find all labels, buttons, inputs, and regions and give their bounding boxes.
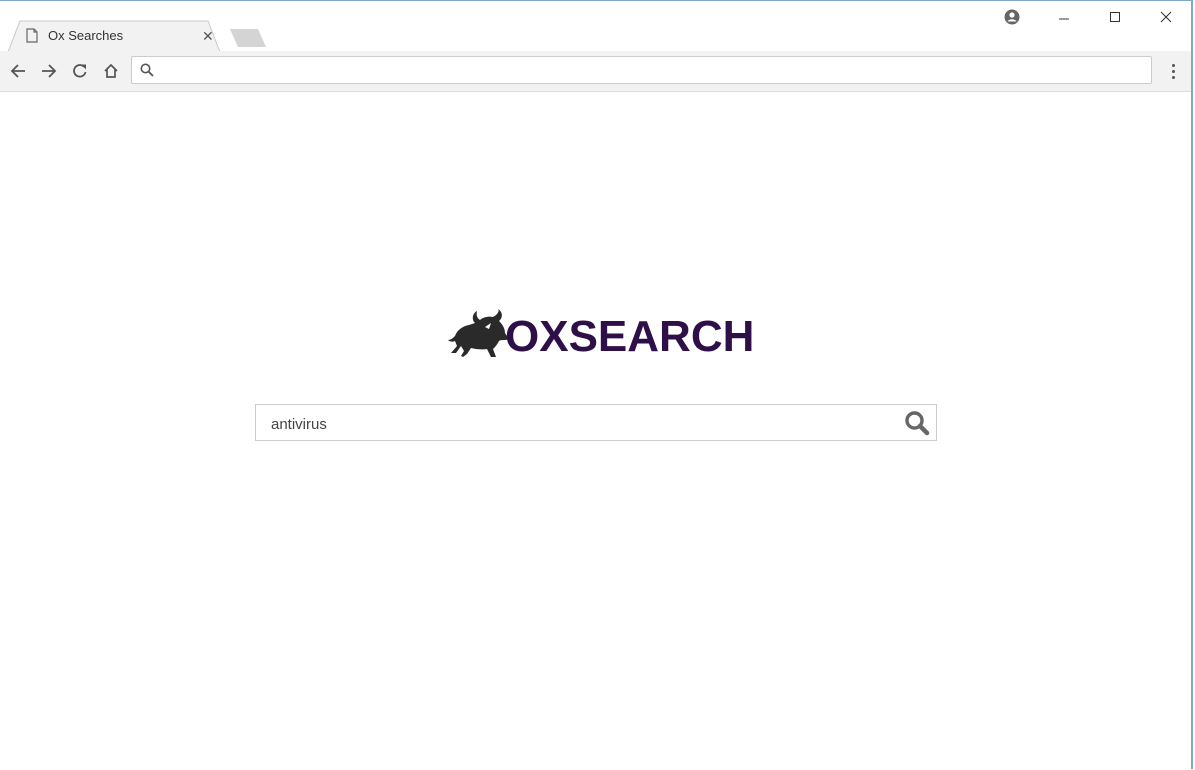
logo-wordmark: OXSEARCH (505, 312, 755, 361)
close-window-button[interactable] (1146, 7, 1186, 27)
address-bar[interactable] (131, 56, 1152, 84)
arrow-left-icon (10, 64, 25, 78)
oxsearch-logo[interactable]: OXSEARCH (447, 307, 754, 359)
address-input[interactable] (160, 59, 1144, 83)
browser-menu-button[interactable] (1165, 61, 1181, 81)
profile-icon[interactable] (992, 7, 1032, 27)
search-button[interactable] (904, 410, 930, 436)
menu-dot (1171, 69, 1175, 73)
minimize-button[interactable] (1044, 7, 1084, 27)
forward-button[interactable] (39, 61, 59, 81)
browser-window: Ox Searches ✕ OXSEARCH antivirus (0, 0, 1193, 770)
reload-button[interactable] (70, 61, 90, 81)
home-icon (104, 63, 118, 78)
browser-toolbar (0, 51, 1191, 92)
tab-close-icon[interactable]: ✕ (202, 28, 214, 45)
magnifier-icon (905, 411, 930, 436)
maximize-button[interactable] (1095, 7, 1135, 27)
search-input[interactable] (269, 412, 893, 436)
page-icon (26, 28, 38, 48)
search-icon (140, 63, 154, 82)
tab-ox-searches[interactable]: Ox Searches ✕ (8, 20, 222, 52)
menu-dot (1171, 63, 1175, 67)
back-button[interactable] (8, 61, 28, 81)
home-button[interactable] (101, 61, 121, 81)
arrow-right-icon (42, 64, 57, 78)
search-box[interactable] (255, 404, 937, 441)
title-bar: Ox Searches ✕ (0, 2, 1191, 52)
reload-icon (73, 64, 87, 78)
menu-dot (1171, 75, 1175, 79)
bull-icon (448, 309, 509, 357)
new-tab-button[interactable] (230, 29, 266, 52)
tab-title: Ox Searches (48, 28, 124, 43)
